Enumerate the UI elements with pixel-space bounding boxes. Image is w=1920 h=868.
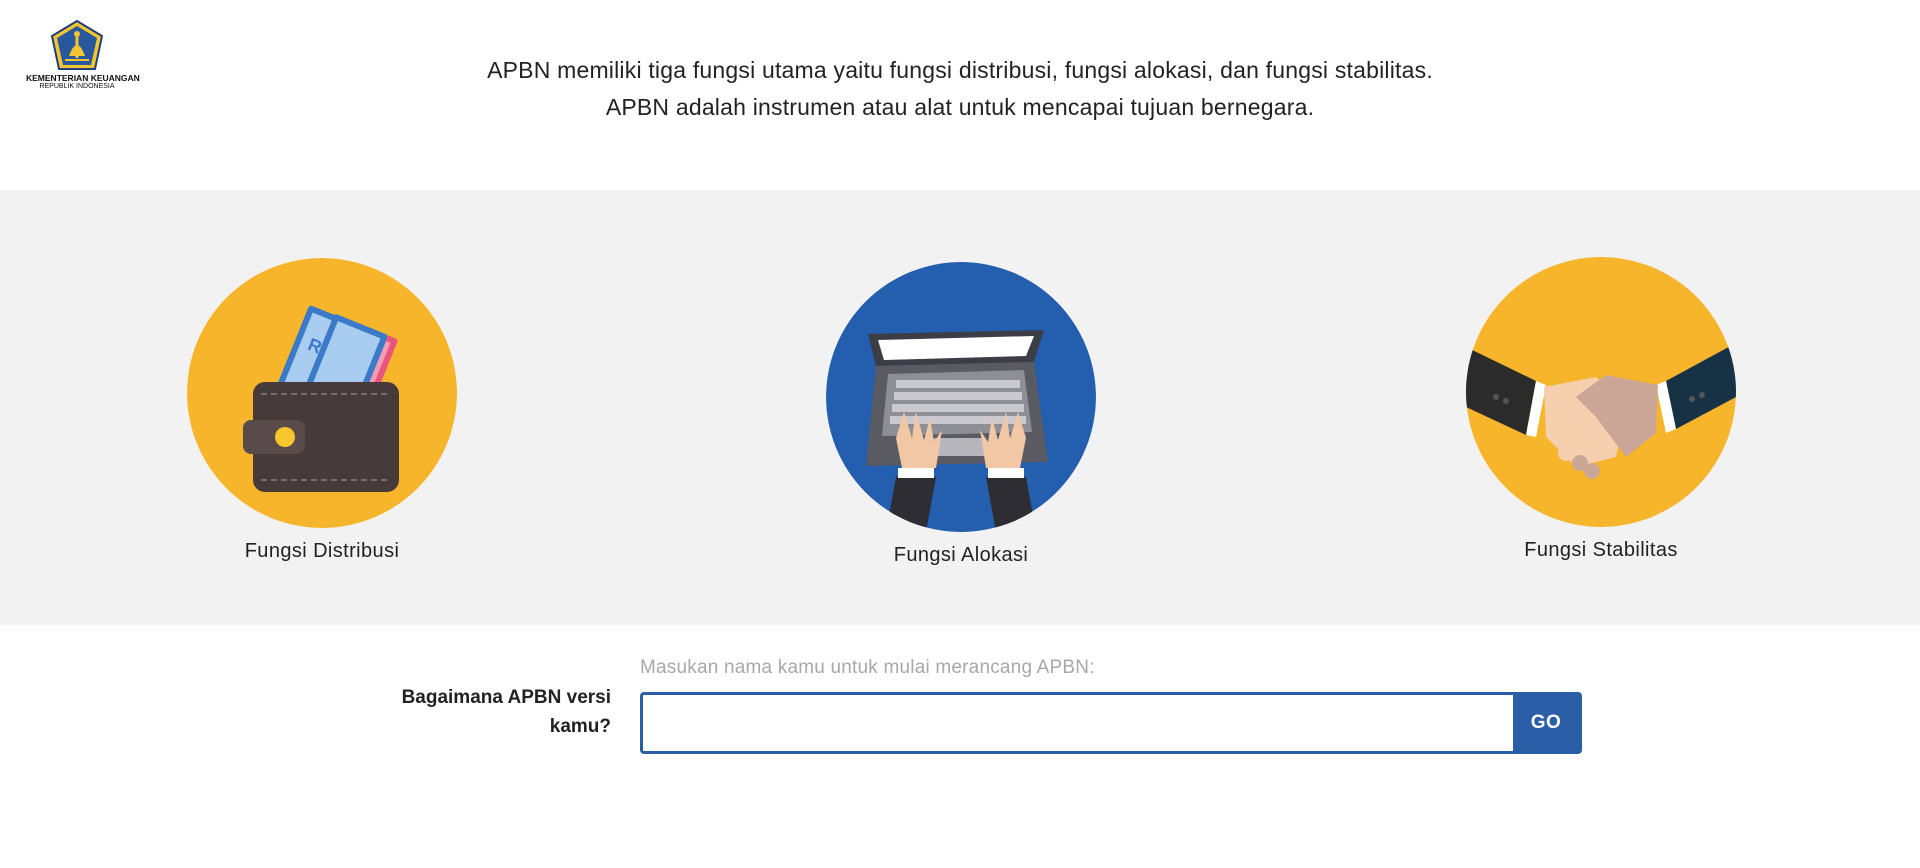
intro-text: APBN memiliki tiga fungsi utama yaitu fu… bbox=[0, 52, 1920, 126]
intro-line-2: APBN adalah instrumen atau alat untuk me… bbox=[605, 94, 1315, 120]
handshake-icon bbox=[1466, 257, 1736, 527]
intro-line-1: APBN memiliki tiga fungsi utama yaitu fu… bbox=[487, 57, 1433, 83]
function-card-alokasi[interactable]: Fungsi Alokasi bbox=[826, 262, 1096, 567]
name-input[interactable] bbox=[643, 695, 1513, 751]
function-label-distribusi: Fungsi Distribusi bbox=[244, 540, 400, 562]
function-card-stabilitas[interactable]: Fungsi Stabilitas bbox=[1466, 257, 1736, 562]
function-label-stabilitas: Fungsi Stabilitas bbox=[1524, 539, 1678, 561]
function-card-distribusi[interactable]: Rp Fungsi Distribusi bbox=[187, 258, 457, 563]
page: KEMENTERIAN KEUANGAN REPUBLIK INDONESIA … bbox=[0, 0, 1920, 868]
form-hint: Masukan nama kamu untuk mulai merancang … bbox=[640, 657, 1095, 678]
functions-band: Rp Fungsi Distribusi Fungsi Alokasi Fung… bbox=[0, 190, 1920, 625]
laptop-typing-icon bbox=[826, 262, 1096, 532]
form-question: Bagaimana APBN versi kamu? bbox=[401, 687, 611, 737]
wallet-money-icon: Rp bbox=[187, 258, 457, 528]
name-form: GO bbox=[640, 692, 1582, 754]
go-button[interactable]: GO bbox=[1513, 695, 1579, 751]
function-label-alokasi: Fungsi Alokasi bbox=[893, 544, 1029, 566]
